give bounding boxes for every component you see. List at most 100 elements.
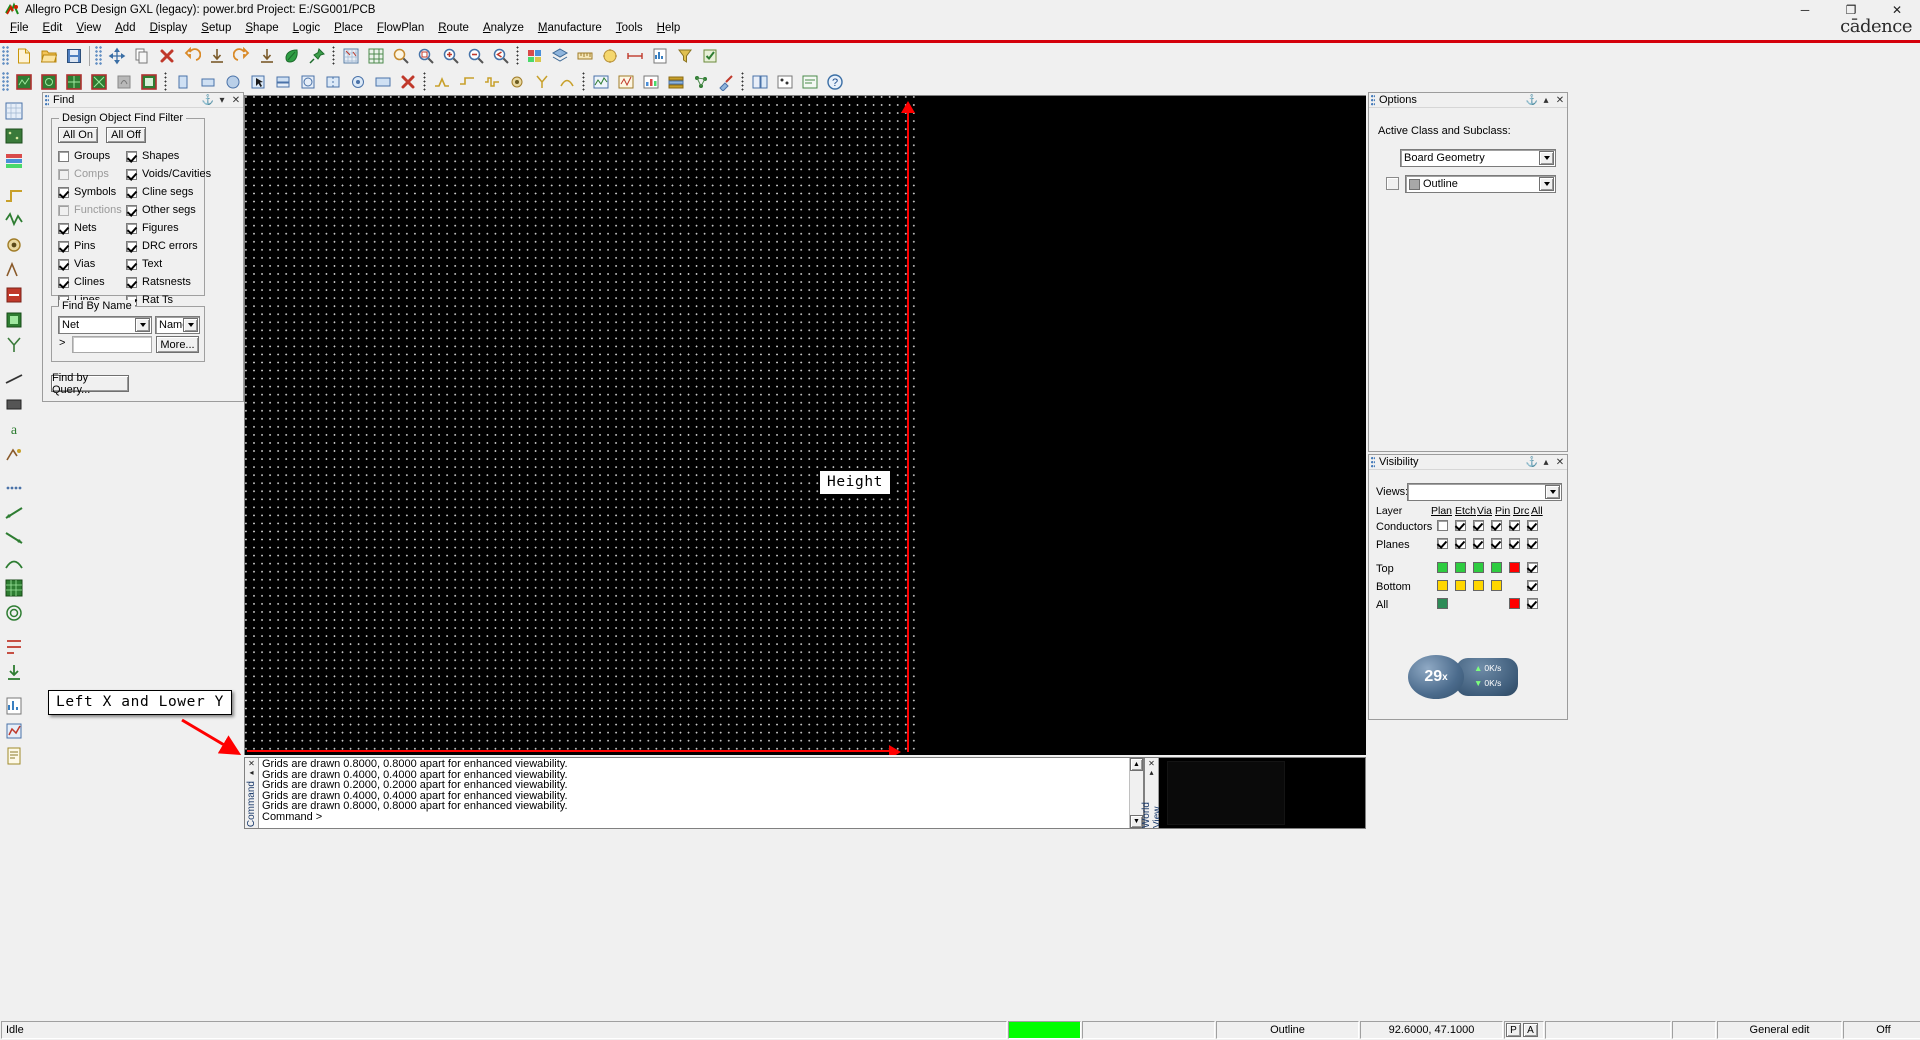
visibility-color-swatch[interactable] (1491, 562, 1502, 573)
visibility-checkbox[interactable] (1491, 520, 1502, 531)
delete-icon[interactable] (155, 45, 179, 68)
menu-tools[interactable]: Tools (609, 20, 650, 37)
toolbar-grip[interactable] (2, 72, 9, 92)
copy-icon[interactable] (130, 45, 154, 68)
strip-download-icon[interactable] (2, 660, 26, 684)
visibility-checkbox[interactable] (1437, 520, 1448, 531)
strip-route-icon[interactable] (2, 183, 26, 207)
route-via-icon[interactable] (505, 71, 529, 94)
menu-edit[interactable]: Edit (36, 20, 70, 37)
filter-checkbox-clines[interactable]: Clines (58, 276, 105, 288)
checkbox-icon[interactable] (126, 241, 137, 252)
zoom-out-icon[interactable] (464, 45, 488, 68)
checkbox-icon[interactable] (126, 169, 137, 180)
shape-merge-icon[interactable] (62, 71, 86, 94)
filter-checkbox-nets[interactable]: Nets (58, 222, 97, 234)
visibility-checkbox[interactable] (1509, 520, 1520, 531)
route-fanout-icon[interactable] (530, 71, 554, 94)
panel-menu-icon[interactable]: ▴ (1539, 456, 1553, 469)
leaf-icon[interactable] (280, 45, 304, 68)
chevron-down-icon[interactable] (183, 318, 198, 332)
report-icon[interactable] (648, 45, 672, 68)
strip-rect-icon[interactable] (2, 392, 26, 416)
strip-flow-icon[interactable] (2, 635, 26, 659)
visibility-checkbox[interactable] (1473, 538, 1484, 549)
place-manual-icon[interactable] (171, 71, 195, 94)
strip-fanout-icon[interactable] (2, 333, 26, 357)
visibility-checkbox[interactable] (1527, 520, 1538, 531)
checkbox-icon[interactable] (126, 277, 137, 288)
menu-manufacture[interactable]: Manufacture (531, 20, 609, 37)
place-quick-icon[interactable] (196, 71, 220, 94)
minimize-button[interactable]: ─ (1782, 0, 1828, 20)
pin-panel-icon[interactable]: ⚓ (201, 94, 215, 107)
help-icon[interactable]: ? (823, 71, 847, 94)
analyze-probe-icon[interactable] (714, 71, 738, 94)
manufacture-artwork-icon[interactable] (748, 71, 772, 94)
place-remove-icon[interactable] (396, 71, 420, 94)
zoom-in-icon[interactable] (439, 45, 463, 68)
shape-edit-icon[interactable] (37, 71, 61, 94)
checkbox-icon[interactable] (58, 259, 69, 270)
strip-via-icon[interactable] (2, 233, 26, 257)
manufacture-ncdrill-icon[interactable] (773, 71, 797, 94)
visibility-checkbox[interactable] (1455, 538, 1466, 549)
checkbox-icon[interactable] (126, 259, 137, 270)
strip-curve-icon[interactable] (2, 551, 26, 575)
open-file-icon[interactable] (37, 45, 61, 68)
strip-dim-icon[interactable] (2, 442, 26, 466)
checkbox-icon[interactable] (58, 277, 69, 288)
strip-board-icon[interactable] (2, 124, 26, 148)
filter-checkbox-ratsnests[interactable]: Ratsnests (126, 276, 191, 288)
menu-flowplan[interactable]: FlowPlan (370, 20, 431, 37)
pcb-design-canvas[interactable]: Height Width (244, 95, 1366, 755)
world-view-close-icon[interactable]: ✕ (1148, 759, 1155, 768)
chevron-down-icon[interactable] (1545, 485, 1560, 499)
strip-array-icon[interactable] (2, 576, 26, 600)
analyze-signal-icon[interactable] (589, 71, 613, 94)
analyze-net-icon[interactable] (689, 71, 713, 94)
shape-void-icon[interactable] (112, 71, 136, 94)
menu-setup[interactable]: Setup (194, 20, 238, 37)
world-view-canvas[interactable] (1159, 758, 1365, 828)
visibility-color-swatch[interactable] (1509, 598, 1520, 609)
layer-stack-icon[interactable] (548, 45, 572, 68)
measure-icon[interactable] (573, 45, 597, 68)
active-class-select[interactable]: Board Geometry (1400, 149, 1556, 167)
menu-place[interactable]: Place (327, 20, 370, 37)
toolbar-grip[interactable] (2, 46, 9, 66)
panel-grip-icon[interactable] (1371, 95, 1375, 106)
filter-checkbox-figures[interactable]: Figures (126, 222, 179, 234)
close-panel-icon[interactable]: ✕ (1553, 456, 1567, 469)
pin-icon[interactable] (305, 45, 329, 68)
strip-dots-icon[interactable] (2, 476, 26, 500)
panel-grip-icon[interactable] (45, 95, 49, 106)
place-circle2-icon[interactable] (346, 71, 370, 94)
pin-panel-icon[interactable]: ⚓ (1525, 456, 1539, 469)
redo-icon[interactable] (230, 45, 254, 68)
menu-route[interactable]: Route (431, 20, 476, 37)
visibility-color-swatch[interactable] (1437, 598, 1448, 609)
chevron-down-icon[interactable] (135, 318, 150, 332)
menu-add[interactable]: Add (108, 20, 142, 37)
panel-menu-icon[interactable]: ▴ (1539, 94, 1553, 107)
strip-slope2-icon[interactable] (2, 526, 26, 550)
alt-indicator[interactable]: A (1523, 1023, 1538, 1037)
visibility-color-swatch[interactable] (1437, 562, 1448, 573)
strip-doc-icon[interactable] (2, 744, 26, 768)
checkbox-icon[interactable] (58, 187, 69, 198)
visibility-color-swatch[interactable] (1491, 580, 1502, 591)
shape-add-icon[interactable] (12, 71, 36, 94)
pick-indicator[interactable]: P (1506, 1023, 1521, 1037)
menu-analyze[interactable]: Analyze (476, 20, 531, 37)
checkbox-icon[interactable] (126, 223, 137, 234)
menu-logic[interactable]: Logic (286, 20, 328, 37)
checkbox-icon[interactable] (126, 187, 137, 198)
strip-report-icon[interactable] (2, 694, 26, 718)
analyze-thermal-icon[interactable] (639, 71, 663, 94)
filter-checkbox-symbols[interactable]: Symbols (58, 186, 116, 198)
close-panel-icon[interactable]: ✕ (1553, 94, 1567, 107)
console-collapse-icon[interactable]: ◂ (249, 768, 253, 777)
export-icon[interactable] (255, 45, 279, 68)
save-file-icon[interactable] (62, 45, 86, 68)
